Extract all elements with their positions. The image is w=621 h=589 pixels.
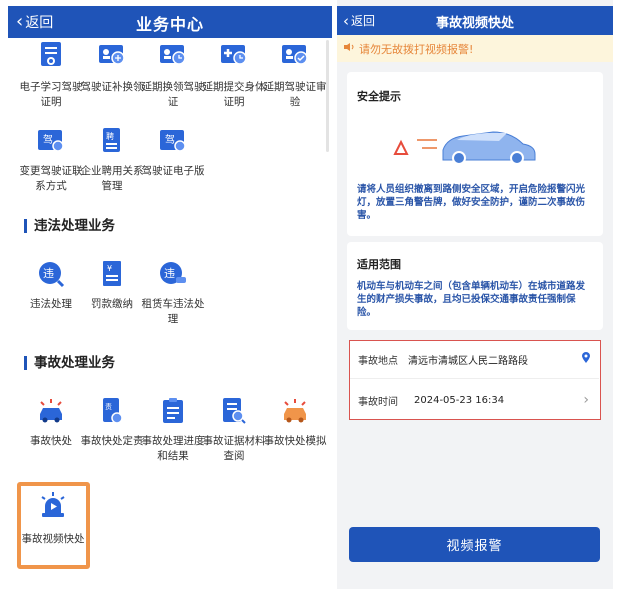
employment-icon: 聘	[97, 126, 127, 156]
location-row[interactable]: 事故地点 清远市清城区人民二路路段	[350, 341, 599, 379]
svg-text:¥: ¥	[107, 264, 112, 273]
warning-text: 请勿无故拨打视频报警!	[359, 42, 474, 56]
grid-item-label: 事故证据材料查阅	[202, 435, 266, 462]
svg-text:聘: 聘	[106, 131, 114, 141]
grid-item-video-accident[interactable]: 事故视频快处	[21, 490, 85, 547]
video-accident-screen: ‹ 返回 事故视频快处 请勿无故拨打视频报警! 安全提示 请将人员组织撤离到路侧…	[337, 0, 613, 589]
accident-progress-icon	[158, 396, 188, 426]
safety-title: 安全提示	[357, 90, 401, 103]
chevron-right-icon[interactable]: ›	[583, 392, 589, 408]
svg-text:驾: 驾	[43, 134, 53, 146]
grid-item-label: 事故快处模拟	[263, 435, 327, 447]
section-title-violation: 违法处理业务	[24, 219, 115, 233]
grid-item-label: 租赁车违法处理	[141, 298, 205, 325]
contact-change-icon: 驾	[36, 126, 66, 156]
grid-item-label: 驾驶证补换领	[80, 81, 144, 93]
health-extend-icon	[219, 40, 249, 70]
grid-item-label: 违法处理	[30, 298, 72, 310]
grid-item-label: 事故视频快处	[21, 533, 85, 545]
warning-banner: 请勿无故拨打视频报警!	[337, 35, 613, 62]
license-audit-icon	[280, 40, 310, 70]
grid-item-label: 延期驾驶证审验	[263, 81, 327, 108]
location-pin-icon[interactable]	[581, 352, 591, 367]
grid-item-label: 电子学习驾驶证明	[19, 81, 83, 108]
evidence-query-icon	[219, 396, 249, 426]
safety-card: 安全提示 请将人员组织撤离到路侧安全区域，开启危险报警闪光灯，放置三角警告牌，做…	[347, 72, 603, 236]
business-center-screen: ‹ 返回 业务中心 电子学习驾驶证明 驾驶证补换领 延期换领驾驶证 延期提交身体…	[0, 0, 332, 589]
video-report-button[interactable]: 视频报警	[349, 527, 600, 562]
svg-text:驾: 驾	[165, 134, 175, 146]
license-extend-icon	[158, 40, 188, 70]
grid-item-violation[interactable]: 违 违法处理	[19, 259, 83, 312]
grid-item-fine-payment[interactable]: ¥ 罚款缴纳	[80, 259, 144, 312]
accident-illustration	[387, 118, 557, 168]
grid-item-contact-change[interactable]: 驾 变更驾驶证联系方式	[19, 126, 83, 194]
grid-item-label: 事故处理进度和结果	[141, 435, 205, 462]
right-header: ‹ 返回 事故视频快处	[337, 6, 613, 35]
fine-payment-icon: ¥	[97, 259, 127, 289]
rental-violation-icon: 违	[158, 259, 188, 289]
time-label: 事故时间	[358, 396, 398, 408]
grid-item-label: 变更驾驶证联系方式	[19, 165, 83, 192]
grid-item-health-extend[interactable]: 延期提交身体证明	[202, 40, 266, 110]
grid-item-accident-progress[interactable]: 事故处理进度和结果	[141, 396, 205, 464]
scope-text: 机动车与机动车之间（包含单辆机动车）在城市道路发生的财产损失事故，且均已投保交通…	[357, 281, 586, 318]
location-label: 事故地点	[358, 356, 398, 367]
grid-item-label: 事故快处	[30, 435, 72, 447]
safety-text: 请将人员组织撤离到路侧安全区域，开启危险报警闪光灯，放置三角警告牌，做好安全防护…	[357, 184, 586, 221]
license-replace-icon	[97, 40, 127, 70]
left-page-title: 业务中心	[135, 15, 204, 34]
accident-simulate-icon	[280, 396, 310, 426]
speaker-icon	[343, 42, 355, 55]
grid-item-label: 事故快处定责	[80, 435, 144, 447]
accident-form: 事故地点 清远市清城区人民二路路段 事故时间 2024-05-23 16:34 …	[349, 340, 601, 420]
grid-item-label: 企业聘用关系管理	[80, 165, 144, 192]
svg-text:违: 违	[164, 267, 175, 280]
svg-text:违: 违	[43, 267, 54, 280]
right-page-title: 事故视频快处	[435, 16, 514, 31]
accident-liability-icon: 责	[97, 396, 127, 426]
time-row[interactable]: 事故时间 2024-05-23 16:34 ›	[350, 381, 599, 419]
grid-item-label: 延期提交身体证明	[202, 81, 266, 108]
scope-title: 适用范围	[357, 258, 401, 271]
grid-item-label: 驾驶证电子版	[141, 165, 205, 177]
study-certificate-icon	[36, 40, 66, 70]
grid-item-label: 罚款缴纳	[91, 298, 133, 310]
grid-item-license-audit[interactable]: 延期驾驶证审验	[263, 40, 327, 110]
grid-item-evidence-query[interactable]: 事故证据材料查阅	[202, 396, 266, 464]
grid-item-accident-liability[interactable]: 责 事故快处定责	[80, 396, 144, 449]
video-accident-icon	[38, 490, 68, 520]
svg-text:责: 责	[105, 402, 112, 411]
time-value: 2024-05-23 16:34	[414, 394, 505, 406]
accident-quick-icon	[36, 396, 66, 426]
grid-item-accident-simulate[interactable]: 事故快处模拟	[263, 396, 327, 449]
grid-item-accident-quick[interactable]: 事故快处	[19, 396, 83, 449]
grid-item-rental-violation[interactable]: 违 租赁车违法处理	[141, 259, 205, 327]
location-value: 清远市清城区人民二路路段	[408, 356, 528, 367]
left-header: ‹ 返回 业务中心	[8, 6, 332, 38]
grid-item-label: 延期换领驾驶证	[141, 81, 205, 108]
section-title-accident: 事故处理业务	[24, 356, 115, 370]
grid-item-license-extend[interactable]: 延期换领驾驶证	[141, 40, 205, 110]
scope-card: 适用范围 机动车与机动车之间（包含单辆机动车）在城市道路发生的财产损失事故，且均…	[347, 242, 603, 330]
grid-item-license-replace[interactable]: 驾驶证补换领	[80, 40, 144, 95]
violation-icon: 违	[36, 259, 66, 289]
grid-item-study-certificate[interactable]: 电子学习驾驶证明	[19, 40, 83, 110]
grid-item-employment[interactable]: 聘 企业聘用关系管理	[80, 126, 144, 194]
grid-item-e-license[interactable]: 驾 驾驶证电子版	[141, 126, 205, 179]
e-license-icon: 驾	[158, 126, 188, 156]
